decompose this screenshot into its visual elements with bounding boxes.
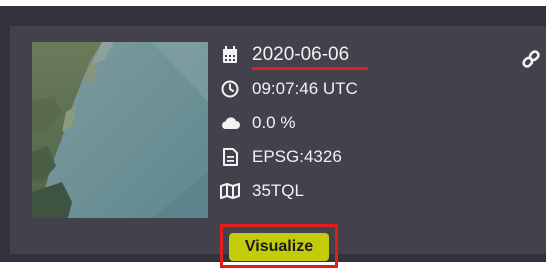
crs-code: EPSG:4326	[252, 147, 342, 166]
scene-thumbnail[interactable]	[32, 42, 208, 218]
cloud-cover: 0.0 %	[252, 113, 296, 132]
date-highlight	[252, 67, 368, 70]
crs-row: EPSG:4326	[220, 142, 342, 172]
scene-card: 2020-06-06 09:07:46 UTC 0.0 % EPSG:4326 …	[10, 26, 546, 268]
link-icon[interactable]	[520, 48, 542, 70]
visualize-highlight: Visualize	[220, 224, 338, 268]
calendar-icon	[220, 45, 240, 65]
scene-time: 09:07:46 UTC	[252, 79, 358, 98]
file-icon	[220, 147, 240, 167]
satellite-image	[32, 42, 208, 218]
map-icon	[220, 181, 240, 201]
cloud-icon	[220, 113, 240, 133]
tile-id: 35TQL	[252, 181, 304, 200]
visualize-button[interactable]: Visualize	[229, 233, 329, 261]
clock-icon	[220, 79, 240, 99]
results-panel: 2020-06-06 09:07:46 UTC 0.0 % EPSG:4326 …	[0, 6, 546, 268]
date-row: 2020-06-06	[220, 40, 368, 70]
cloud-row: 0.0 %	[220, 108, 295, 138]
time-row: 09:07:46 UTC	[220, 74, 358, 104]
tile-row: 35TQL	[220, 176, 304, 206]
scene-date: 2020-06-06	[252, 44, 350, 65]
